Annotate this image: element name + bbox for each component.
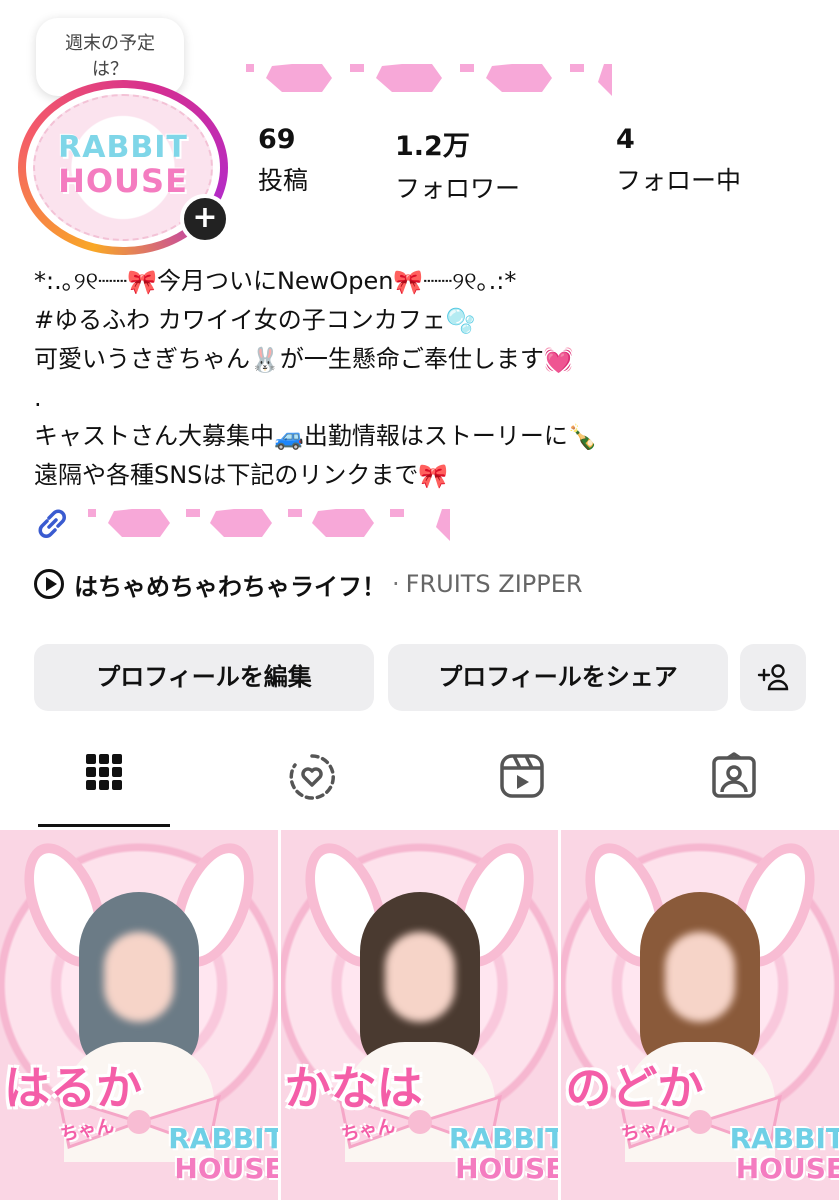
tile-logo-line1: RABBIT [448,1122,559,1155]
ribbon-emoji: 🎀 [393,268,424,296]
link-icon [38,509,66,538]
followers-label: フォロワー [395,174,521,203]
bio-line-4: . [34,384,42,412]
cast-name: のどか [565,1061,704,1115]
reposts-icon [289,754,335,800]
tagged-icon [712,752,756,798]
stat-following[interactable]: 4 フォロー中 [616,124,741,197]
bio-line1-deco-end: ┈┈୨୧｡.:* [423,267,517,295]
post-tile[interactable]: のどか ちゃん RABBIT HOUSE [561,830,839,1200]
heart-emoji: 💓 [543,346,574,374]
followers-count: 1.2万 [395,131,470,162]
tile-logo-line2: HOUSE [174,1152,278,1185]
car-emoji: 🚙 [274,423,304,451]
post-tile[interactable]: かなは ちゃん RABBIT HOUSE [280,830,559,1200]
grid-icon [86,754,122,790]
stat-posts[interactable]: 69 投稿 [258,124,308,197]
note-text-line1: 週末の予定 [65,33,155,54]
add-person-icon [757,664,789,691]
avatar-logo-line1: RABBIT [58,130,188,165]
music-separator: · [392,570,400,598]
ribbon-emoji: 🎀 [418,462,449,490]
discover-people-button[interactable] [740,644,806,711]
music-artist: FRUITS ZIPPER [405,570,583,598]
tile-logo-line1: RABBIT [729,1122,839,1155]
tab-reels[interactable] [492,752,552,814]
avatar-logo-line2: HOUSE [58,162,188,200]
tile-logo-line2: HOUSE [735,1152,839,1185]
ribbon-emoji: 🎀 [127,268,157,296]
profile-avatar[interactable]: RABBIT HOUSE + [18,80,230,255]
tab-posts-grid[interactable] [74,752,134,814]
following-label: フォロー中 [616,166,742,195]
blurred-face [665,932,736,1022]
profile-bio: *:.｡୨୧┈┈🎀今月ついにNewOpen🎀┈┈୨୧｡.:* #ゆるふわ カワイ… [34,262,814,495]
tab-reposts[interactable] [282,752,342,814]
blurred-face [384,932,455,1022]
tile-logo-line2: HOUSE [455,1152,559,1185]
posts-grid: はるか ちゃん RABBIT HOUSE かなは ちゃん RABBIT HOUS… [0,830,839,1200]
profile-music[interactable]: はちゃめちゃわちゃライフ！ · FRUITS ZIPPER [34,566,583,602]
bio-line5-text-b: 出勤情報はストーリーに [303,422,568,450]
reels-icon [500,754,544,798]
bio-link[interactable] [34,505,474,541]
bio-line5-text-a: キャストさん大募集中 [34,422,274,450]
link-text-decoration [88,509,450,541]
bio-line6-text: 遠隔や各種SNSは下記のリンクまで [34,461,419,489]
stat-followers[interactable]: 1.2万 フォロワー [395,124,520,205]
add-story-plus-icon[interactable]: + [180,194,230,244]
edit-profile-button[interactable]: プロフィールを編集 [34,644,374,711]
posts-count: 69 [258,124,296,155]
following-count: 4 [616,124,635,155]
bio-line-6: 遠隔や各種SNSは下記のリンクまで🎀 [34,456,814,495]
bio-line2-text: #ゆるふわ カワイイ女の子コンカフェ [34,306,446,334]
bio-line-3: 可愛いうさぎちゃん🐰が一生懸命ご奉仕します💓 [34,340,814,379]
cast-name: はるか [4,1061,142,1115]
tab-tagged[interactable] [704,752,764,814]
blurred-face [103,932,174,1022]
music-title: はちゃめちゃわちゃライフ！ [74,572,386,601]
tile-logo-line1: RABBIT [168,1122,278,1155]
bubbles-emoji: 🫧 [445,307,476,335]
bio-line3-text-a: 可愛いうさぎちゃん [34,345,250,373]
share-profile-button[interactable]: プロフィールをシェア [388,644,728,711]
play-icon[interactable] [34,569,64,599]
cast-name: かなは [284,1061,423,1115]
bottle-emoji: 🍾 [567,423,598,451]
active-tab-indicator [38,824,170,827]
bio-line1-deco-start: *:.｡୨୧┈┈ [34,267,128,295]
bio-line-2: #ゆるふわ カワイイ女の子コンカフェ🫧 [34,301,814,340]
posts-label: 投稿 [258,166,309,195]
bio-line1-text: 今月ついにNewOpen [156,267,394,295]
post-tile[interactable]: はるか ちゃん RABBIT HOUSE [0,830,278,1200]
bio-line-5: キャストさん大募集中🚙出勤情報はストーリーに🍾 [34,417,814,456]
username-decoration [246,64,612,96]
bio-line3-text-b: が一生懸命ご奉仕します [279,345,544,373]
bio-line-1: *:.｡୨୧┈┈🎀今月ついにNewOpen🎀┈┈୨୧｡.:* [34,262,814,301]
rabbit-emoji: 🐰 [250,346,280,374]
